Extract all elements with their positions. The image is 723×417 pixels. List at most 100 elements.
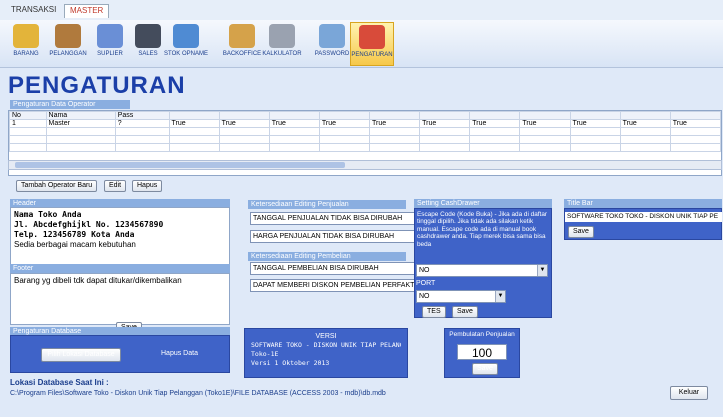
delete-data-button[interactable]: Hapus Data [161,350,198,357]
grid-cell[interactable]: True [619,119,671,128]
toolbar-button-kalkulator[interactable]: KALKULATOR [260,22,304,66]
header-line: Nama Toko Anda [14,210,82,219]
grid-cell [369,143,421,152]
grid-header-cell[interactable] [168,111,220,120]
empty-row [9,127,722,136]
delete-operator-button[interactable]: Hapus [132,180,163,192]
grid-cell [519,135,571,144]
edit-penjualan-label: Ketersediaan Editing Penjualan [248,200,406,209]
toolbar-button-password[interactable]: PASSWORD [310,22,354,66]
grid-cell[interactable]: True [669,119,722,128]
grid-header-cell[interactable] [519,111,571,120]
chevron-down-icon[interactable]: ▼ [495,291,505,302]
grid-header-cell[interactable] [669,111,722,120]
add-operator-button[interactable]: Tambah Operator Baru [16,180,98,192]
header-line: Telp. 123456789 Kota Anda [14,230,135,239]
tab-master[interactable]: MASTER [64,4,110,18]
grid-cell[interactable]: ? [114,119,170,128]
edit-penjualan-select-2[interactable]: HARGA PENJUALAN TIDAK BISA DIRUBAH▼ [250,230,428,243]
grid-cell[interactable]: True [419,119,471,128]
grid-header-cell[interactable] [419,111,471,120]
grid-cell[interactable]: True [469,119,521,128]
toolbar-button-stok-opname[interactable]: STOK OPNAME [164,22,208,66]
page-title: PENGATURAN [8,72,186,99]
grid-cell[interactable]: True [519,119,571,128]
version-panel: VERSI SOFTWARE TOKO - DISKON UNIK TIAP P… [244,328,408,378]
grid-header-cell[interactable] [218,111,270,120]
grid-header-cell[interactable] [268,111,320,120]
scrollbar-thumb[interactable] [15,162,345,168]
calculator-icon [269,24,295,48]
port-select[interactable]: NO ▼ [416,290,506,303]
grid-cell [9,127,47,136]
grid-cell[interactable]: True [168,119,220,128]
grid-header-cell[interactable]: No [9,111,47,120]
grid-header-cell[interactable] [569,111,621,120]
grid-cell [318,143,371,152]
select-value: TANGGAL PENJUALAN TIDAK BISA DIRUBAH [253,215,403,222]
empty-row [9,143,722,152]
grid-cell[interactable]: True [318,119,371,128]
footer-textarea[interactable]: Barang yg dibeli tdk dapat ditukar/dikem… [10,273,230,325]
grid-header-cell[interactable]: Pass [114,111,170,120]
stock-opname-icon [173,24,199,48]
rounding-input[interactable]: 100 [457,344,507,360]
edit-pembelian-select-1[interactable]: TANGGAL PEMBELIAN BISA DIRUBAH▼ [250,262,428,275]
toolbar-label: PENGATURAN [351,52,393,58]
toolbar-button-backoffice[interactable]: BACKOFFICE [220,22,264,66]
grid-horizontal-scrollbar[interactable] [8,160,722,170]
db-location-title: Lokasi Database Saat Ini : [10,378,109,387]
chevron-down-icon[interactable]: ▼ [537,265,547,276]
toolbar-label: BARANG [13,51,39,57]
header-line: Jl. Abcdefghijkl No. 1234567890 [14,220,164,229]
test-cashdrawer-button[interactable]: TES [422,306,446,318]
grid-cell[interactable]: True [369,119,421,128]
grid-cell [519,127,571,136]
grid-cell[interactable]: True [569,119,621,128]
grid-cell [45,127,116,136]
grid-cell[interactable]: True [268,119,320,128]
grid-header-cell[interactable] [369,111,421,120]
toolbar-button-pelanggan[interactable]: PELANGGAN [46,22,90,66]
choose-database-button[interactable]: Pilih Lokasi Database [41,348,121,362]
grid-cell[interactable]: 1 [9,119,47,128]
footer-text: Barang yg dibeli tdk dapat ditukar/dikem… [14,276,182,285]
grid-cell [218,143,270,152]
grid-cell [9,143,47,152]
grid-header-cell[interactable]: Nama [45,111,116,120]
grid-header-cell[interactable] [469,111,521,120]
grid-header-cell[interactable] [318,111,371,120]
save-cashdrawer-button[interactable]: Save [452,306,478,318]
header-textarea[interactable]: Nama Toko Anda Jl. Abcdefghijkl No. 1234… [10,207,230,265]
grid-cell [114,143,170,152]
header-line: Sedia berbagai macam kebutuhan [14,240,136,249]
grid-cell[interactable]: True [218,119,270,128]
grid-cell [669,143,722,152]
grid-cell [619,127,671,136]
grid-cell [569,143,621,152]
toolbar-button-barang[interactable]: BARANG [4,22,48,66]
table-row[interactable]: 1 Master? True True True True True True True True… [9,119,722,128]
grid-cell [669,135,722,144]
tab-transaksi[interactable]: TRANSAKSI [6,4,61,18]
version-line: Toko-1E [251,350,279,358]
title-bar-input[interactable]: SOFTWARE TOKO TOKO - DISKON UNIK TIAP PE [565,212,722,222]
grid-header-cell[interactable] [619,111,671,120]
grid-cell [469,143,521,152]
grid-cell [469,127,521,136]
grid-cell[interactable]: Master [45,119,116,128]
edit-penjualan-select-1[interactable]: TANGGAL PENJUALAN TIDAK BISA DIRUBAH▼ [250,212,428,225]
menu-tabs: TRANSAKSI MASTER [0,0,723,20]
edit-operator-button[interactable]: Edit [104,180,127,192]
exit-button[interactable]: Keluar [670,386,708,400]
toolbar-button-pengaturan[interactable]: PENGATURAN [350,22,394,66]
box-icon [13,24,39,48]
edit-pembelian-select-2[interactable]: DAPAT MEMBERI DISKON PEMBELIAN PERFAKTUR… [250,279,428,292]
save-rounding-button[interactable]: Save [472,363,498,375]
grid-cell [268,135,320,144]
grid-cell [469,135,521,144]
password-icon [319,24,345,48]
escape-code-select[interactable]: NO ▼ [416,264,548,277]
grid-cell [218,127,270,136]
save-title-bar-button[interactable]: Save [568,226,594,238]
